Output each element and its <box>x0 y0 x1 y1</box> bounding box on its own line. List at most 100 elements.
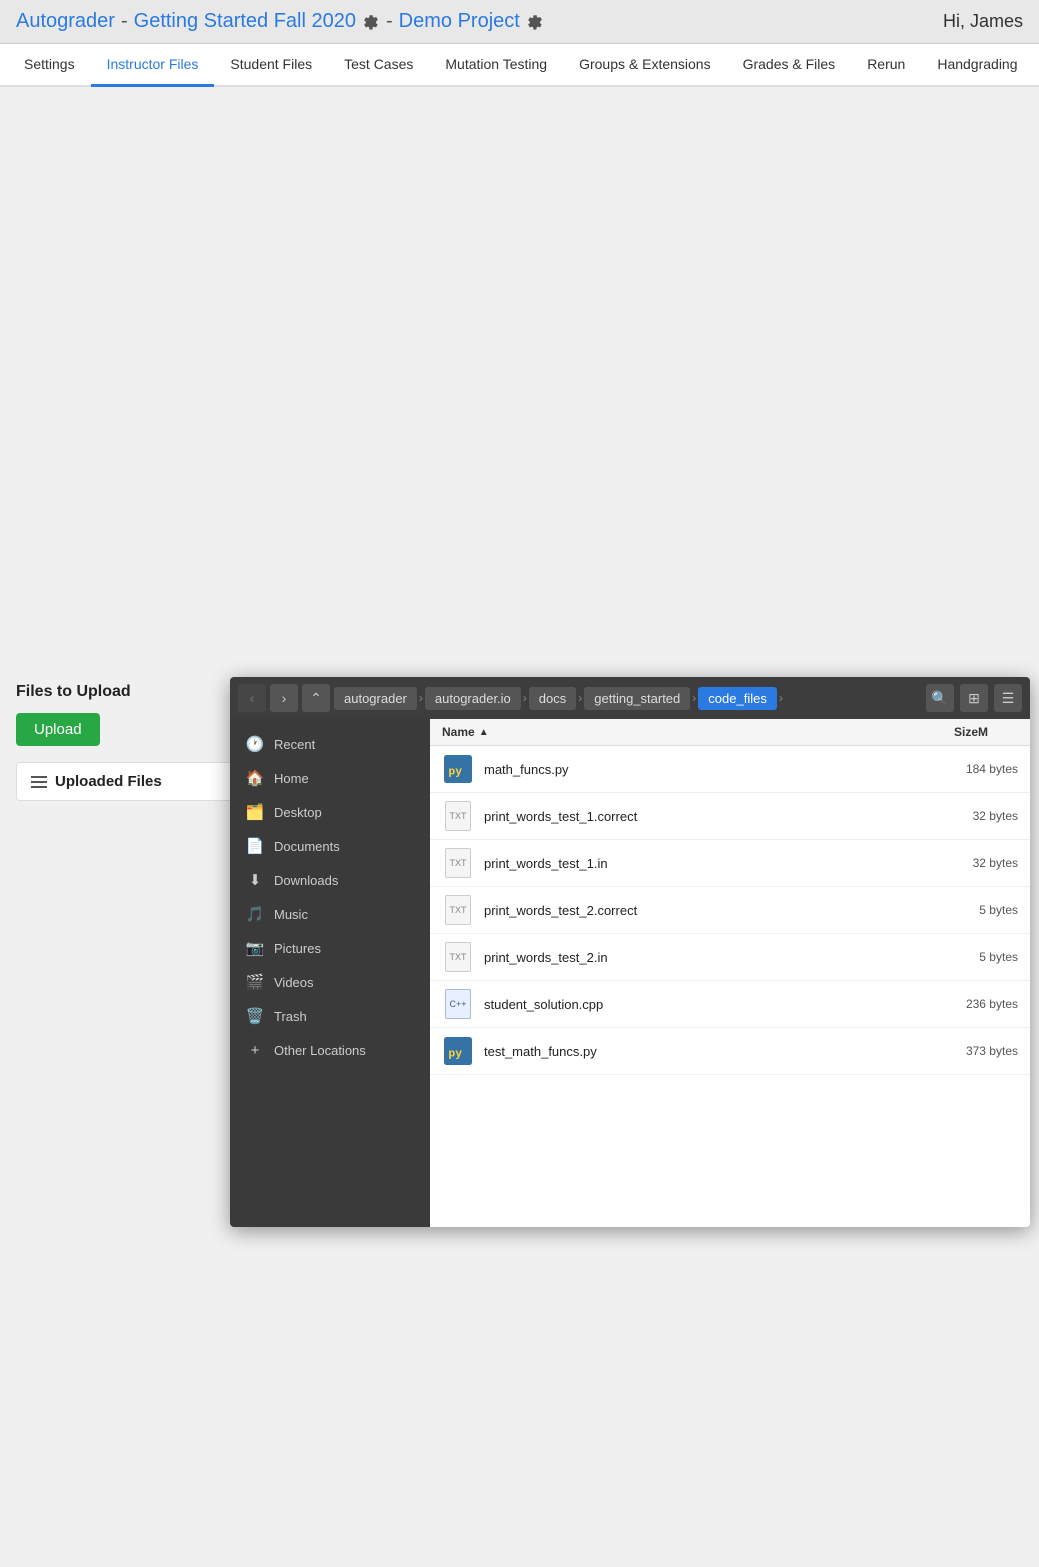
bc-arrow-2: › <box>523 691 527 705</box>
file-icon-py: py <box>442 1035 474 1067</box>
sidebar-item-label-music: Music <box>274 907 308 922</box>
file-icon-py: py <box>442 753 474 785</box>
file-row[interactable]: py math_funcs.py 184 bytes <box>430 746 1030 793</box>
demo-project-link[interactable]: Demo Project <box>399 10 520 33</box>
file-name: print_words_test_2.in <box>484 950 918 965</box>
filelist-header: Name ▲ Size M <box>430 719 1030 746</box>
file-name: print_words_test_1.in <box>484 856 918 871</box>
bc-arrow-1: › <box>419 691 423 705</box>
tab-instructor-files[interactable]: Instructor Files <box>91 44 215 87</box>
file-size: 32 bytes <box>918 856 1018 870</box>
sidebar-item-desktop[interactable]: 🗂️ Desktop <box>230 795 430 829</box>
forward-button[interactable]: › <box>270 684 298 712</box>
file-size: 236 bytes <box>918 997 1018 1011</box>
dialog-body: 🕐 Recent 🏠 Home 🗂️ Desktop 📄 Documents ⬇ <box>230 719 1030 1227</box>
upload-button[interactable]: Upload <box>16 713 100 746</box>
tab-mutation-testing[interactable]: Mutation Testing <box>429 44 563 87</box>
sidebar-item-trash[interactable]: 🗑️ Trash <box>230 999 430 1033</box>
svg-text:py: py <box>448 1048 462 1060</box>
file-row[interactable]: C++ student_solution.cpp 236 bytes <box>430 981 1030 1028</box>
sort-arrow: ▲ <box>479 727 489 738</box>
uploaded-files-label: Uploaded Files <box>55 773 162 790</box>
file-row[interactable]: TXT print_words_test_1.in 32 bytes <box>430 840 1030 887</box>
tab-rerun[interactable]: Rerun <box>851 44 921 87</box>
home-icon: 🏠 <box>246 769 264 787</box>
sidebar-item-documents[interactable]: 📄 Documents <box>230 829 430 863</box>
col-name-header[interactable]: Name ▲ <box>442 725 878 739</box>
breadcrumb-autograderio[interactable]: autograder.io <box>425 687 521 710</box>
tab-grades-files[interactable]: Grades & Files <box>727 44 852 87</box>
tab-groups-extensions[interactable]: Groups & Extensions <box>563 44 727 87</box>
breadcrumb-code-files[interactable]: code_files <box>698 687 777 710</box>
pictures-icon: 📷 <box>246 939 264 957</box>
col-size-header[interactable]: Size <box>878 725 978 739</box>
file-size: 32 bytes <box>918 809 1018 823</box>
svg-text:py: py <box>448 766 462 778</box>
sidebar-item-label-documents: Documents <box>274 839 340 854</box>
file-row[interactable]: py test_math_funcs.py 373 bytes <box>430 1028 1030 1075</box>
sidebar-item-music[interactable]: 🎵 Music <box>230 897 430 931</box>
breadcrumb-getting-started[interactable]: getting_started <box>584 687 690 710</box>
sidebar-item-other-locations[interactable]: + Other Locations <box>230 1033 430 1067</box>
file-icon-txt: TXT <box>442 894 474 926</box>
file-name: print_words_test_1.correct <box>484 809 918 824</box>
tab-student-files[interactable]: Student Files <box>214 44 328 87</box>
lines-icon <box>31 776 47 788</box>
file-icon-cpp: C++ <box>442 988 474 1020</box>
project-gear-icon[interactable] <box>362 13 380 31</box>
sidebar-item-pictures[interactable]: 📷 Pictures <box>230 931 430 965</box>
file-icon-txt: TXT <box>442 847 474 879</box>
file-size: 5 bytes <box>918 950 1018 964</box>
file-row[interactable]: TXT print_words_test_2.in 5 bytes <box>430 934 1030 981</box>
sidebar-item-home[interactable]: 🏠 Home <box>230 761 430 795</box>
sidebar-item-label-trash: Trash <box>274 1009 307 1024</box>
autograder-link[interactable]: Autograder <box>16 10 115 33</box>
user-greeting: Hi, James <box>943 11 1023 32</box>
list-view-button[interactable]: ☰ <box>994 684 1022 712</box>
file-size: 5 bytes <box>918 903 1018 917</box>
sidebar-item-label-pictures: Pictures <box>274 941 321 956</box>
sidebar-item-label-videos: Videos <box>274 975 314 990</box>
file-icon-txt: TXT <box>442 941 474 973</box>
breadcrumb-docs[interactable]: docs <box>529 687 576 710</box>
file-icon-txt: TXT <box>442 800 474 832</box>
bc-arrow-4: › <box>692 691 696 705</box>
sidebar-item-label-home: Home <box>274 771 309 786</box>
trash-icon: 🗑️ <box>246 1007 264 1025</box>
sidebar-item-label-recent: Recent <box>274 737 315 752</box>
tab-test-cases[interactable]: Test Cases <box>328 44 429 87</box>
project-link[interactable]: Getting Started Fall 2020 <box>134 10 356 33</box>
sidebar-item-videos[interactable]: 🎬 Videos <box>230 965 430 999</box>
videos-icon: 🎬 <box>246 973 264 991</box>
sidebar-item-recent[interactable]: 🕐 Recent <box>230 727 430 761</box>
file-row[interactable]: TXT print_words_test_1.correct 32 bytes <box>430 793 1030 840</box>
dialog-filelist: Name ▲ Size M py math_funcs.py 1 <box>430 719 1030 1227</box>
back-button[interactable]: ‹ <box>238 684 266 712</box>
grid-view-button[interactable]: ⊞ <box>960 684 988 712</box>
breadcrumb-autograder[interactable]: autograder <box>334 687 417 710</box>
demo-gear-icon[interactable] <box>526 13 544 31</box>
breadcrumb-bar: autograder › autograder.io › docs › gett… <box>334 687 920 710</box>
file-name: student_solution.cpp <box>484 997 918 1012</box>
sidebar-item-downloads[interactable]: ⬇ Downloads <box>230 863 430 897</box>
header-title-area: Autograder - Getting Started Fall 2020 -… <box>16 10 544 33</box>
recent-icon: 🕐 <box>246 735 264 753</box>
header-sep1: - <box>121 10 128 33</box>
sidebar-item-label-other: Other Locations <box>274 1043 366 1058</box>
sidebar-item-label-downloads: Downloads <box>274 873 338 888</box>
up-button[interactable]: ⌃ <box>302 684 330 712</box>
file-row[interactable]: TXT print_words_test_2.correct 5 bytes <box>430 887 1030 934</box>
bc-arrow-3: › <box>578 691 582 705</box>
music-icon: 🎵 <box>246 905 264 923</box>
other-locations-icon: + <box>246 1041 264 1059</box>
downloads-icon: ⬇ <box>246 871 264 889</box>
main-content: ‹ › ⌃ autograder › autograder.io › docs … <box>0 667 1039 1567</box>
tab-settings[interactable]: Settings <box>8 44 91 87</box>
file-size: 373 bytes <box>918 1044 1018 1058</box>
bc-arrow-5: › <box>779 691 783 705</box>
tab-handgrading[interactable]: Handgrading <box>921 44 1033 87</box>
col-modified-header[interactable]: M <box>978 725 1018 739</box>
nav-tabs-bar: Settings Instructor Files Student Files … <box>0 44 1039 87</box>
desktop-icon: 🗂️ <box>246 803 264 821</box>
search-button[interactable]: 🔍 <box>926 684 954 712</box>
